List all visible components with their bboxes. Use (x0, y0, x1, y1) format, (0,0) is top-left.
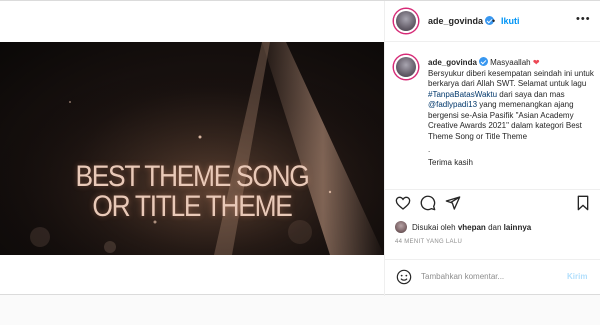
post-header: ade_govinda • Ikuti ••• (385, 1, 600, 42)
bookmark-icon[interactable] (575, 195, 591, 211)
caption-area: ade_govinda Masyaallah ❤ Bersyukur diber… (385, 42, 600, 182)
follow-button[interactable]: Ikuti (501, 16, 520, 26)
hashtag-link[interactable]: #TanpaBatasWaktu (428, 90, 497, 99)
username-text[interactable]: ade_govinda (428, 16, 483, 26)
red-heart-emoji: ❤ (532, 58, 540, 67)
send-comment-button[interactable]: Kirim (567, 272, 587, 281)
caption-text-2: Bersyukur diberi kesempatan seindah ini … (428, 68, 594, 89)
likes-prefix: Disukai oleh (412, 222, 456, 232)
heart-icon[interactable] (395, 195, 411, 211)
caption-dot: . (428, 145, 431, 154)
comment-input[interactable] (421, 272, 561, 281)
post-caption: ade_govinda Masyaallah ❤ Bersyukur diber… (428, 57, 596, 168)
more-icon[interactable]: ••• (576, 13, 591, 25)
likes-others-link[interactable]: lainnya (504, 223, 532, 232)
separator-dot: • (492, 16, 496, 26)
action-bar (385, 189, 600, 213)
comment-box: Kirim (385, 259, 600, 296)
post-timestamp[interactable]: 44 MENIT YANG LALU (395, 239, 462, 245)
likes-summary: Disukai oleh vhepan dan lainnya (395, 220, 531, 234)
likes-middle: dan (488, 222, 502, 232)
verified-icon (478, 57, 488, 66)
mention-link[interactable]: @fadlypadi13 (428, 100, 477, 109)
caption-avatar[interactable] (394, 55, 418, 79)
emoji-icon[interactable] (396, 269, 412, 285)
avatar[interactable] (394, 9, 418, 33)
caption-text-1: Masyaallah (487, 58, 533, 67)
liker-username[interactable]: vhepan (458, 223, 486, 232)
page-background (0, 296, 600, 325)
post-video[interactable]: BEST THEME SONG OR TITLE THEME (0, 42, 384, 255)
instagram-post: BEST THEME SONG OR TITLE THEME ade_govin… (0, 0, 600, 296)
video-backdrop (0, 42, 384, 255)
comment-icon[interactable] (420, 195, 436, 211)
post-side-panel: ade_govinda • Ikuti ••• ade_govinda Masy… (384, 1, 600, 296)
caption-text-3: dari saya dan mas (497, 89, 565, 99)
post-author-username[interactable]: ade_govinda (428, 16, 495, 26)
liker-avatar[interactable] (395, 221, 407, 233)
caption-thanks: Terima kasih (428, 157, 473, 167)
share-icon[interactable] (445, 195, 461, 211)
video-title-line-2: OR TITLE THEME (92, 190, 292, 223)
video-title-line-1: BEST THEME SONG (75, 160, 309, 193)
caption-username[interactable]: ade_govinda (428, 58, 477, 67)
